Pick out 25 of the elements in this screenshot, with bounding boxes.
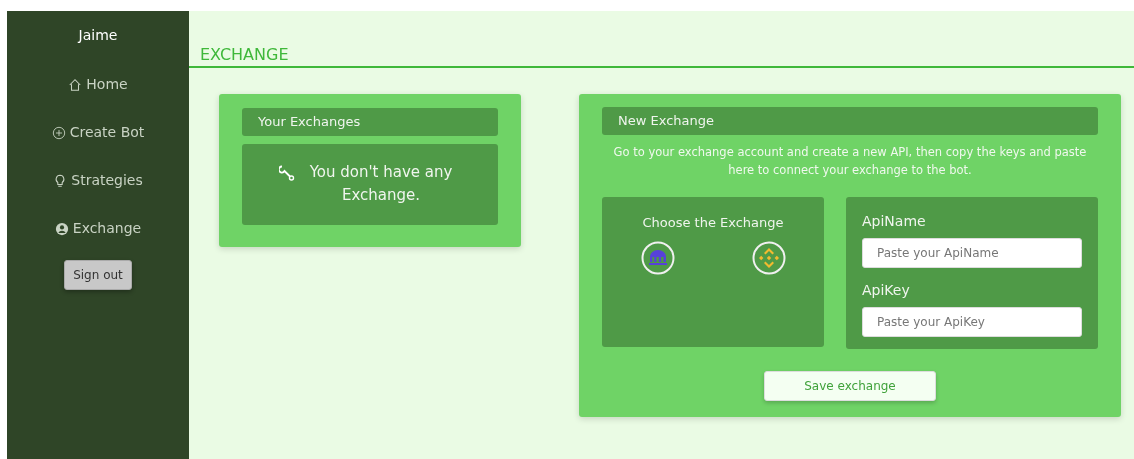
card-header: Your Exchanges [242, 108, 498, 136]
input-field[interactable]: Paste your ApiKey [862, 307, 1082, 338]
exchange-option[interactable] [640, 240, 675, 275]
nav-link[interactable]: Home [68, 74, 128, 95]
home-icon [68, 77, 83, 92]
panel-title: Choose the Exchange [642, 214, 784, 233]
instructions-text: Go to your exchange account and create a new API, then copy the keys and paste here to connect your exchange to the bot. [612, 143, 1088, 180]
nav-link[interactable]: Create Bot [51, 122, 145, 143]
lightbulb-icon [53, 173, 68, 188]
user-icon [54, 221, 69, 236]
binance-logo-icon [751, 240, 786, 275]
nav-link[interactable]: Strategies [53, 170, 143, 191]
user-name: Jaime [78, 26, 118, 45]
wrench-icon [279, 164, 295, 181]
input-field[interactable]: Paste your ApiName [862, 238, 1082, 269]
exchange-option[interactable] [751, 240, 786, 275]
card-header: New Exchange [602, 107, 1098, 135]
page-title: EXCHANGE [189, 45, 1134, 69]
empty-message: You don't have any Exchange. [308, 161, 454, 206]
plus-icon [51, 125, 66, 140]
sign-out-button[interactable]: Sign out [64, 260, 132, 290]
kraken-logo-icon [640, 240, 675, 275]
field-label: ApiName [862, 212, 927, 232]
nav-link[interactable]: Exchange [54, 218, 142, 239]
field-label: ApiKey [862, 281, 911, 301]
